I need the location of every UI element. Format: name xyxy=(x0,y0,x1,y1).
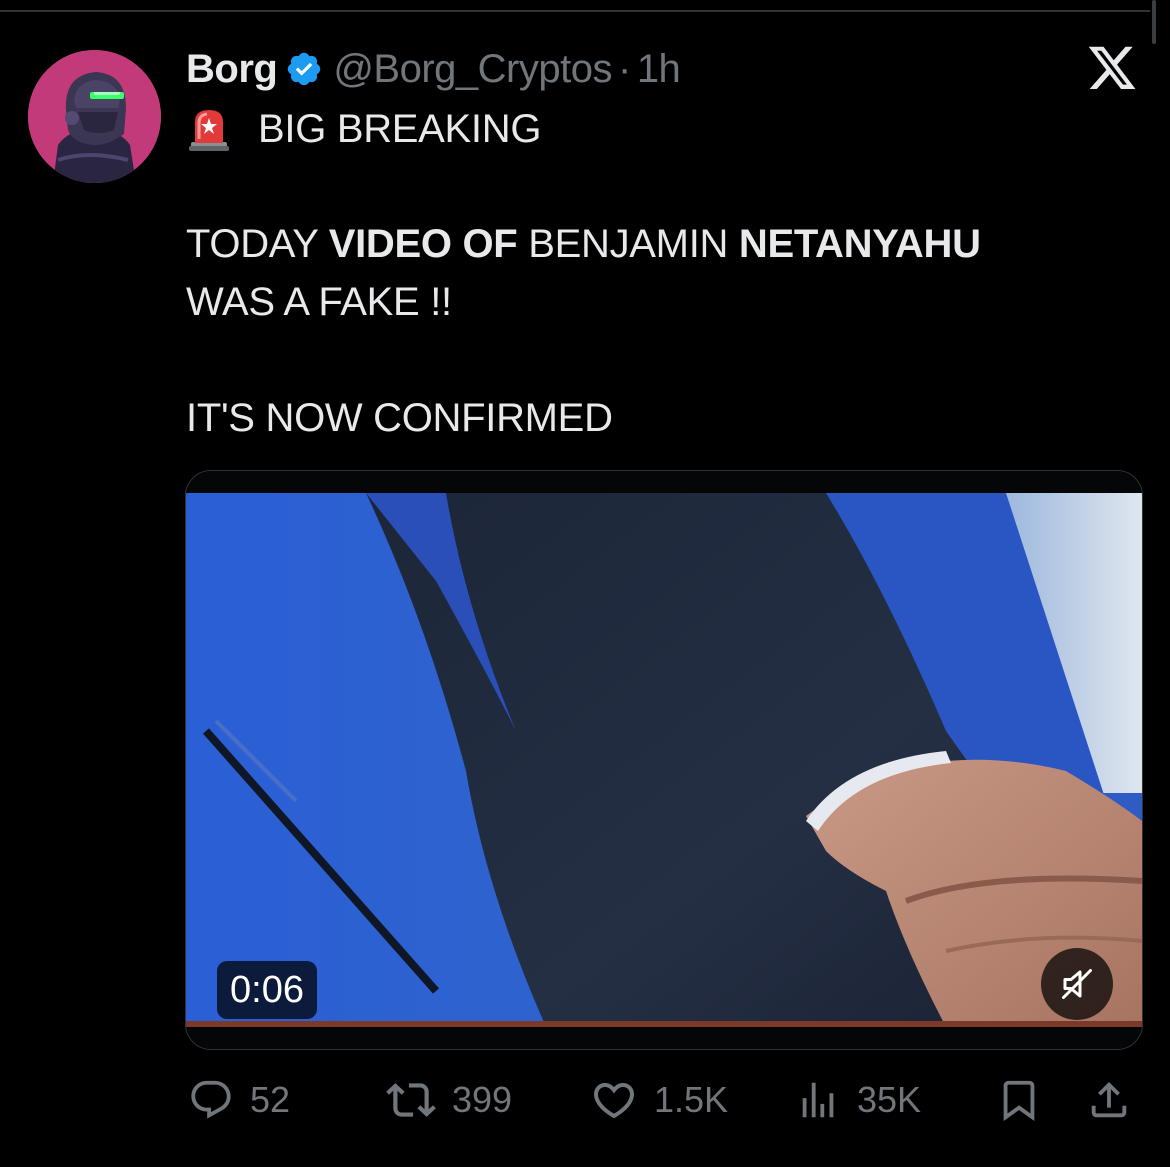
verified-icon[interactable] xyxy=(285,50,323,88)
tweet-text-segment: IT'S NOW CONFIRMED xyxy=(186,396,613,440)
tweet-text-line-4: IT'S NOW CONFIRMED xyxy=(186,396,613,441)
x-logo-icon[interactable] xyxy=(1086,46,1138,94)
avatar-image xyxy=(28,50,161,183)
like-icon xyxy=(593,1083,635,1119)
tweet-text-line-3: WAS A FAKE !! xyxy=(186,280,452,325)
siren-icon xyxy=(186,106,232,152)
tweet-text-headline: BIG BREAKING xyxy=(258,106,542,151)
avatar[interactable] xyxy=(28,50,161,183)
scroll-indicator[interactable] xyxy=(1152,0,1156,44)
repost-icon xyxy=(386,1083,436,1117)
video-duration-badge: 0:06 xyxy=(217,961,317,1019)
tweet-header: Borg @Borg_Cryptos · 1h xyxy=(186,44,681,94)
separator-dot: · xyxy=(617,46,631,91)
reply-count: 52 xyxy=(250,1079,291,1120)
repost-count: 399 xyxy=(452,1079,513,1120)
tweet-text-line-1: BIG BREAKING xyxy=(186,106,541,152)
like-count: 1.5K xyxy=(654,1079,729,1120)
repost-button[interactable]: 399 xyxy=(386,1070,512,1130)
bookmark-button[interactable] xyxy=(996,1070,1042,1130)
reply-icon xyxy=(191,1080,231,1119)
tweet-text-segment: TODAY xyxy=(186,222,329,266)
tweet-text-line-2: TODAY VIDEO OF BENJAMIN NETANYAHU xyxy=(186,222,981,267)
tweet-text-segment-bold: VIDEO OF xyxy=(328,222,518,266)
video-frame xyxy=(186,471,1142,1049)
top-divider xyxy=(0,10,1150,12)
author-handle[interactable]: @Borg_Cryptos xyxy=(333,47,612,92)
views-count: 35K xyxy=(857,1079,922,1120)
tweet-text-segment: WAS A FAKE !! xyxy=(186,280,452,324)
views-button[interactable]: 35K xyxy=(795,1070,921,1130)
bookmark-icon xyxy=(1003,1080,1035,1121)
like-button[interactable]: 1.5K xyxy=(590,1070,728,1130)
video-player[interactable]: 0:06 xyxy=(185,470,1143,1050)
share-button[interactable] xyxy=(1086,1070,1132,1130)
action-bar: 52 399 1.5K 35K xyxy=(0,1070,1170,1130)
timestamp[interactable]: 1h xyxy=(637,47,681,92)
author-display-name[interactable]: Borg xyxy=(186,47,278,92)
share-icon xyxy=(1091,1081,1127,1118)
mute-button[interactable] xyxy=(1041,948,1113,1020)
mute-icon xyxy=(1062,969,1092,999)
reply-button[interactable]: 52 xyxy=(188,1070,290,1130)
views-icon xyxy=(802,1082,834,1118)
tweet-text-segment-bold: NETANYAHU xyxy=(738,222,981,266)
tweet-text-segment: BENJAMIN xyxy=(517,222,739,266)
